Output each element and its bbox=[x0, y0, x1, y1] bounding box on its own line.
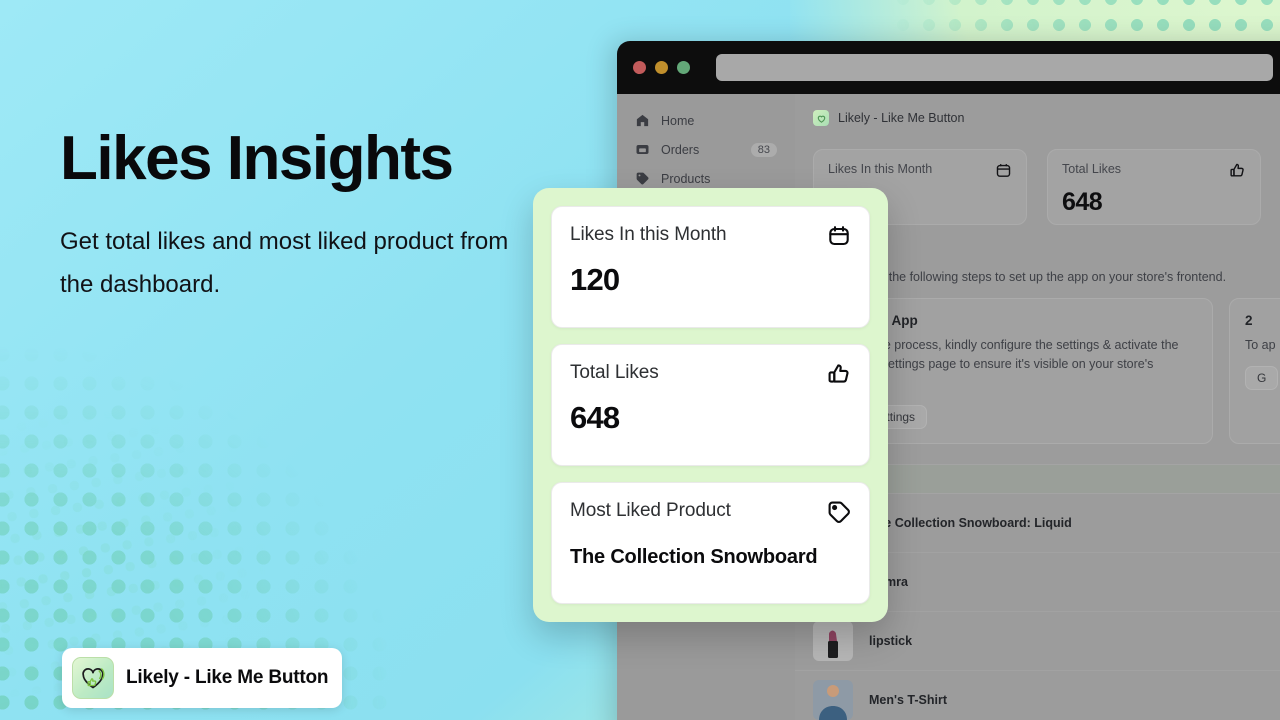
overlay-card-total-likes: Total Likes 648 bbox=[551, 344, 870, 466]
overlay-card-label: Total Likes bbox=[570, 362, 659, 383]
orders-count-badge: 83 bbox=[750, 142, 777, 157]
address-bar[interactable] bbox=[716, 54, 1273, 81]
sidebar-item-orders[interactable]: Orders 83 bbox=[627, 135, 785, 164]
page-subtitle: Get total likes and most liked product f… bbox=[60, 228, 509, 298]
product-name: The Collection Snowboard: Liquid bbox=[869, 516, 1072, 531]
zoom-button[interactable] bbox=[677, 61, 690, 74]
step-action-button[interactable]: G bbox=[1245, 366, 1279, 391]
kpi-label: Likes In this Month bbox=[828, 162, 933, 176]
browser-titlebar bbox=[617, 41, 1280, 94]
kpi-value: 648 bbox=[1062, 188, 1103, 216]
overlay-card-likes-month: Likes In this Month 120 bbox=[551, 206, 870, 328]
calendar-icon bbox=[827, 224, 851, 248]
product-name: Men's T-Shirt bbox=[869, 693, 947, 708]
app-badge: Likely - Like Me Button bbox=[62, 648, 343, 708]
likes-insights-overlay: Likes In this Month 120 Total Likes 648 … bbox=[533, 188, 888, 622]
close-button[interactable] bbox=[633, 61, 646, 74]
overlay-card-label: Most Liked Product bbox=[570, 500, 731, 521]
step-heading: 2 bbox=[1245, 313, 1253, 328]
sidebar-item-label: Products bbox=[661, 171, 711, 186]
heart-thumbsup-icon bbox=[72, 657, 114, 699]
overlay-card-value: The Collection Snowboard bbox=[570, 546, 818, 568]
overlay-card-value: 120 bbox=[570, 262, 620, 297]
sidebar-item-label: Orders bbox=[661, 142, 700, 157]
sidebar-item-label: Home bbox=[661, 113, 695, 128]
app-badge-label: Likely - Like Me Button bbox=[126, 667, 329, 688]
page-title: Likes Insights bbox=[60, 124, 454, 193]
thumbs-up-icon bbox=[1229, 162, 1246, 184]
app-header: Likely - Like Me Button bbox=[795, 104, 1280, 132]
setup-step-card: 2 To ap G bbox=[1229, 298, 1280, 445]
tshirt-thumb bbox=[813, 680, 853, 720]
sidebar-item-home[interactable]: Home bbox=[627, 106, 785, 135]
window-controls bbox=[633, 61, 690, 74]
table-row[interactable]: Men's T-Shirt bbox=[795, 671, 1280, 720]
overlay-card-value: 648 bbox=[570, 400, 620, 435]
heart-thumbsup-icon bbox=[813, 110, 829, 126]
calendar-icon bbox=[995, 162, 1012, 184]
kpi-card-total-likes: Total Likes 648 bbox=[1047, 149, 1261, 225]
home-icon bbox=[635, 113, 650, 128]
orders-icon bbox=[635, 142, 650, 157]
lipstick-thumb bbox=[813, 621, 853, 662]
thumbs-up-icon bbox=[827, 362, 851, 386]
product-name: lipstick bbox=[869, 634, 913, 649]
step-body: To ap bbox=[1245, 338, 1276, 352]
kpi-label: Total Likes bbox=[1062, 162, 1122, 176]
app-title: Likely - Like Me Button bbox=[838, 111, 965, 125]
hero-section: Likes Insights Get total likes and most … bbox=[60, 126, 530, 307]
tag-icon bbox=[827, 500, 851, 524]
overlay-card-most-liked-product: Most Liked Product The Collection Snowbo… bbox=[551, 482, 870, 604]
tag-icon bbox=[635, 171, 650, 186]
minimize-button[interactable] bbox=[655, 61, 668, 74]
overlay-card-label: Likes In this Month bbox=[570, 224, 727, 245]
